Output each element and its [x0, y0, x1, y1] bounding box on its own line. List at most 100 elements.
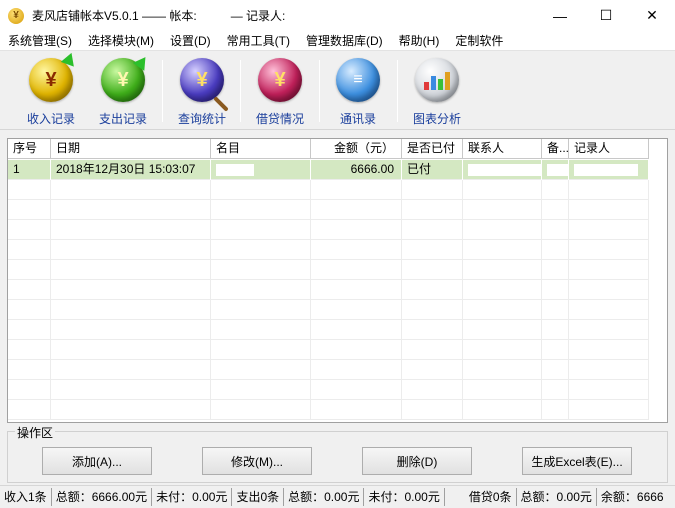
- empty-cell: [402, 220, 463, 240]
- query-stats-label: 查询统计: [177, 112, 226, 126]
- empty-cell: [51, 300, 211, 320]
- expense-record-button[interactable]: ¥ 支出记录: [89, 53, 157, 130]
- empty-cell: [402, 320, 463, 340]
- empty-cell: [463, 360, 542, 380]
- empty-cell: [569, 400, 649, 420]
- column-header-contact[interactable]: 联系人: [463, 139, 542, 159]
- empty-cell: [51, 360, 211, 380]
- empty-cell: [8, 320, 51, 340]
- empty-cell: [542, 180, 569, 200]
- minimize-button[interactable]: —: [537, 0, 583, 31]
- empty-cell: [569, 220, 649, 240]
- empty-table-row: [8, 300, 649, 320]
- query-stats-button[interactable]: ¥ 查询统计: [168, 58, 236, 130]
- empty-cell: [463, 320, 542, 340]
- empty-cell: [569, 280, 649, 300]
- empty-cell: [311, 320, 402, 340]
- empty-cell: [542, 360, 569, 380]
- empty-cell: [463, 300, 542, 320]
- column-header-paid[interactable]: 是否已付: [402, 139, 463, 159]
- column-header-date[interactable]: 日期: [51, 139, 211, 159]
- cell-contact: [463, 160, 542, 180]
- empty-cell: [463, 400, 542, 420]
- empty-cell: [402, 200, 463, 220]
- empty-cell: [211, 360, 311, 380]
- expense-coin-icon: ¥: [101, 53, 152, 102]
- menu-custom-software[interactable]: 定制软件: [447, 31, 511, 51]
- empty-table-row: [8, 320, 649, 340]
- empty-table-row: [8, 260, 649, 280]
- empty-cell: [211, 300, 311, 320]
- toolbar-divider: [162, 60, 163, 122]
- loan-status-button[interactable]: ¥ 借贷情况: [246, 58, 314, 130]
- menu-help[interactable]: 帮助(H): [391, 31, 448, 51]
- delete-button[interactable]: 删除(D): [362, 447, 472, 475]
- contacts-label: 通讯录: [339, 112, 376, 126]
- menu-tools[interactable]: 常用工具(T): [219, 31, 298, 51]
- cell-date: 2018年12月30日 15:03:07: [51, 160, 211, 180]
- column-header-amount[interactable]: 金额（元）: [311, 139, 402, 159]
- empty-cell: [8, 280, 51, 300]
- close-button[interactable]: ✕: [629, 0, 675, 31]
- grid-header: 序号 日期 名目 金额（元） 是否已付 联系人 备... 记录人: [8, 139, 649, 159]
- menu-database[interactable]: 管理数据库(D): [298, 31, 391, 51]
- menu-system[interactable]: 系统管理(S): [0, 31, 80, 51]
- empty-cell: [51, 280, 211, 300]
- toolbar-divider: [397, 60, 398, 122]
- empty-cell: [8, 180, 51, 200]
- empty-cell: [311, 380, 402, 400]
- empty-cell: [8, 200, 51, 220]
- empty-cell: [8, 360, 51, 380]
- empty-cell: [311, 200, 402, 220]
- empty-cell: [211, 260, 311, 280]
- table-row[interactable]: 1 2018年12月30日 15:03:07 6666.00 已付: [8, 160, 649, 180]
- contacts-button[interactable]: ≡ 通讯录: [324, 58, 392, 130]
- empty-cell: [569, 300, 649, 320]
- empty-cell: [8, 380, 51, 400]
- column-header-index[interactable]: 序号: [8, 139, 51, 159]
- empty-cell: [542, 260, 569, 280]
- empty-cell: [402, 380, 463, 400]
- empty-cell: [211, 340, 311, 360]
- menu-settings[interactable]: 设置(D): [162, 31, 219, 51]
- empty-cell: [311, 240, 402, 260]
- empty-cell: [402, 180, 463, 200]
- empty-cell: [311, 180, 402, 200]
- cell-note: [542, 160, 569, 180]
- status-balance: 余额：6666: [600, 490, 664, 504]
- income-record-label: 收入记录: [26, 112, 75, 126]
- window-title-recorder: — 记录人:: [230, 9, 286, 23]
- empty-table-row: [8, 280, 649, 300]
- cell-amount: 6666.00: [311, 160, 402, 180]
- empty-cell: [542, 220, 569, 240]
- edit-button[interactable]: 修改(M)...: [202, 447, 312, 475]
- column-header-item[interactable]: 名目: [211, 139, 311, 159]
- empty-cell: [51, 400, 211, 420]
- column-header-note[interactable]: 备...: [542, 139, 569, 159]
- records-grid[interactable]: 序号 日期 名目 金额（元） 是否已付 联系人 备... 记录人 1 2018年…: [7, 138, 668, 423]
- empty-cell: [51, 240, 211, 260]
- income-coin-icon: ¥: [29, 52, 80, 102]
- column-header-recorder[interactable]: 记录人: [569, 139, 649, 159]
- empty-cell: [8, 260, 51, 280]
- empty-cell: [51, 260, 211, 280]
- empty-table-row: [8, 200, 649, 220]
- empty-cell: [402, 340, 463, 360]
- maximize-button[interactable]: ☐: [583, 0, 629, 31]
- redacted-account-name: [198, 9, 229, 22]
- empty-cell: [51, 200, 211, 220]
- empty-table-row: [8, 220, 649, 240]
- status-expense-unpaid: 未付：0.00元: [368, 490, 440, 504]
- add-button[interactable]: 添加(A)...: [42, 447, 152, 475]
- export-excel-button[interactable]: 生成Excel表(E)...: [522, 447, 632, 475]
- chart-analysis-button[interactable]: 图表分析: [403, 58, 471, 130]
- empty-cell: [463, 260, 542, 280]
- empty-cell: [569, 180, 649, 200]
- empty-cell: [211, 200, 311, 220]
- empty-cell: [51, 340, 211, 360]
- income-record-button[interactable]: ¥ 收入记录: [17, 52, 85, 130]
- menu-select-module[interactable]: 选择模块(M): [80, 31, 162, 51]
- menu-bar: 系统管理(S) 选择模块(M) 设置(D) 常用工具(T) 管理数据库(D) 帮…: [0, 31, 675, 51]
- empty-cell: [542, 380, 569, 400]
- expense-record-label: 支出记录: [98, 112, 147, 126]
